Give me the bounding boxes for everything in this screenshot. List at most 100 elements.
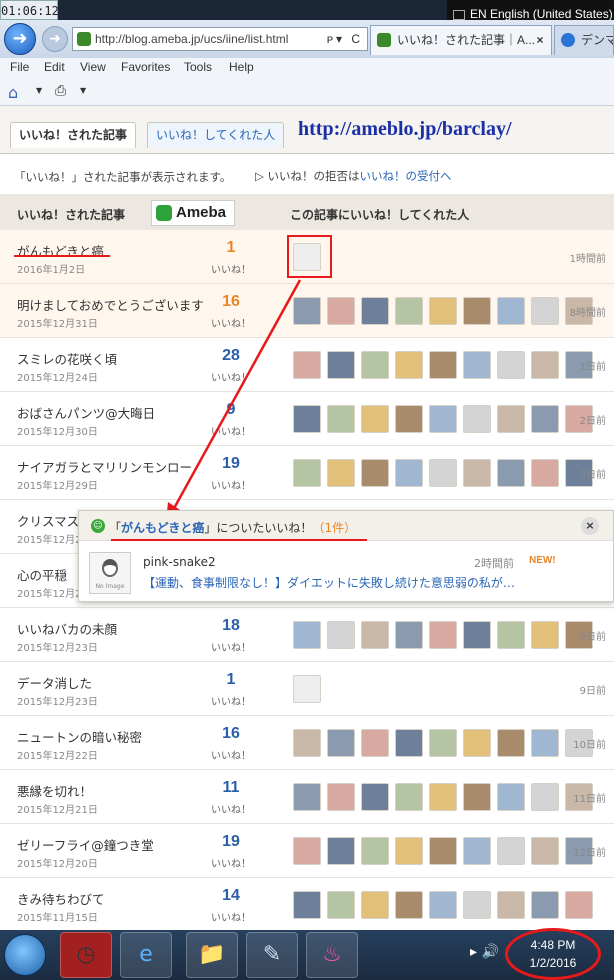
home-dropdown-icon[interactable]: ▼ bbox=[36, 86, 42, 95]
liker-avatar[interactable] bbox=[531, 729, 559, 757]
liker-avatar[interactable] bbox=[429, 891, 457, 919]
liker-avatar[interactable] bbox=[497, 621, 525, 649]
liker-avatar[interactable] bbox=[293, 837, 321, 865]
liker-avatar[interactable] bbox=[565, 891, 593, 919]
liker-avatar[interactable] bbox=[497, 351, 525, 379]
article-title[interactable]: おばさんパンツ@大晦日 bbox=[17, 403, 155, 422]
tab-close-icon[interactable]: × bbox=[533, 26, 547, 54]
start-button[interactable] bbox=[4, 934, 46, 976]
tab-iine-list[interactable]: いいね！された記事｜A... × bbox=[370, 25, 552, 55]
liker-avatar[interactable] bbox=[293, 297, 321, 325]
forward-button[interactable]: ➜ bbox=[42, 26, 68, 52]
explorer-icon[interactable]: 📁 bbox=[186, 932, 238, 978]
article-title[interactable]: ナイアガラとマリリンモンロー bbox=[17, 457, 192, 476]
liker-avatar[interactable] bbox=[361, 459, 389, 487]
liker-avatar[interactable] bbox=[497, 459, 525, 487]
liker-avatar[interactable] bbox=[293, 729, 321, 757]
liker-avatar[interactable] bbox=[361, 837, 389, 865]
liker-avatar[interactable] bbox=[463, 729, 491, 757]
menu-favorites[interactable]: Favorites bbox=[121, 60, 170, 74]
liker-avatar[interactable] bbox=[429, 837, 457, 865]
table-row[interactable]: ゼリーフライ@鐘つき堂 2015年12月20日 19 いいね！ 12日前 bbox=[0, 824, 614, 878]
menu-file[interactable]: File bbox=[10, 60, 29, 74]
liker-avatar[interactable] bbox=[429, 729, 457, 757]
menu-view[interactable]: View bbox=[80, 60, 106, 74]
liker-avatar[interactable] bbox=[531, 405, 559, 433]
liker-avatar[interactable]: No Image bbox=[89, 552, 131, 594]
liker-avatar[interactable] bbox=[531, 459, 559, 487]
menu-edit[interactable]: Edit bbox=[44, 60, 65, 74]
liker-avatar[interactable] bbox=[395, 297, 423, 325]
liker-avatar[interactable] bbox=[497, 783, 525, 811]
liker-avatar[interactable] bbox=[395, 405, 423, 433]
table-row[interactable]: おばさんパンツ@大晦日 2015年12月30日 9 いいね！ 2日前 bbox=[0, 392, 614, 446]
liker-avatar[interactable] bbox=[327, 891, 355, 919]
liker-avatar[interactable] bbox=[531, 891, 559, 919]
liker-avatar[interactable] bbox=[497, 297, 525, 325]
liker-avatar[interactable] bbox=[395, 621, 423, 649]
liker-avatar[interactable] bbox=[429, 405, 457, 433]
liker-avatar[interactable] bbox=[327, 621, 355, 649]
liker-avatar[interactable] bbox=[327, 459, 355, 487]
liker-avatar[interactable] bbox=[327, 783, 355, 811]
table-row[interactable]: きみ待ちわびて 2015年11月15日 14 いいね！ bbox=[0, 878, 614, 932]
liker-avatar[interactable] bbox=[361, 891, 389, 919]
article-title[interactable]: スミレの花咲く頃 bbox=[17, 349, 117, 368]
table-row[interactable]: ナイアガラとマリリンモンロー 2015年12月29日 19 いいね！ 3日前 bbox=[0, 446, 614, 500]
liker-avatar[interactable] bbox=[327, 351, 355, 379]
liker-avatar[interactable] bbox=[293, 891, 321, 919]
table-row[interactable]: 明けましておめでとうございます 2015年12月31日 16 いいね！ 8時間前 bbox=[0, 284, 614, 338]
article-title[interactable]: データ消した bbox=[17, 673, 92, 692]
table-row[interactable]: 悪縁を切れ！ 2015年12月21日 11 いいね！ 11日前 bbox=[0, 770, 614, 824]
liker-avatar[interactable] bbox=[429, 459, 457, 487]
liker-avatar[interactable] bbox=[497, 405, 525, 433]
liker-avatar[interactable] bbox=[429, 297, 457, 325]
liker-avatar[interactable] bbox=[327, 405, 355, 433]
paint-icon[interactable]: ♨ bbox=[306, 932, 358, 978]
liker-avatar[interactable] bbox=[293, 351, 321, 379]
liker-username[interactable]: pink-snake2 bbox=[143, 555, 216, 569]
liker-avatar[interactable] bbox=[361, 621, 389, 649]
popup-close-button[interactable]: × bbox=[581, 517, 599, 535]
print-icon[interactable]: ⎙ bbox=[55, 83, 66, 99]
liker-avatar[interactable] bbox=[463, 621, 491, 649]
article-title[interactable]: いいねバカの未顔 bbox=[17, 619, 117, 638]
liker-avatar[interactable] bbox=[429, 351, 457, 379]
article-title[interactable]: がんもどきと癌 bbox=[17, 241, 104, 260]
liker-avatar[interactable] bbox=[463, 783, 491, 811]
liker-avatar[interactable] bbox=[531, 351, 559, 379]
liker-avatar[interactable] bbox=[395, 891, 423, 919]
liker-avatar[interactable] bbox=[463, 837, 491, 865]
tab-liked-by[interactable]: いいね！してくれた人 bbox=[147, 122, 285, 148]
print-dropdown-icon[interactable]: ▼ bbox=[80, 86, 86, 95]
liker-avatar[interactable] bbox=[531, 297, 559, 325]
accept-settings-link[interactable]: いいね！の受付へ bbox=[360, 169, 452, 183]
article-title[interactable]: ニュートンの暗い秘密 bbox=[17, 727, 142, 746]
address-controls[interactable]: ᴘ▾ C bbox=[327, 28, 363, 50]
article-title[interactable]: 悪縁を切れ！ bbox=[17, 781, 92, 800]
home-icon[interactable]: ⌂ bbox=[8, 83, 18, 102]
liker-avatar[interactable] bbox=[463, 459, 491, 487]
article-title[interactable]: 明けましておめでとうございます bbox=[17, 295, 204, 314]
menu-help[interactable]: Help bbox=[229, 60, 254, 74]
liker-avatar[interactable] bbox=[327, 297, 355, 325]
table-row[interactable]: データ消した 2015年12月23日 1 いいね！ 9日前 bbox=[0, 662, 614, 716]
back-button[interactable]: ➜ bbox=[4, 23, 36, 55]
liker-avatar[interactable] bbox=[531, 783, 559, 811]
liker-avatar[interactable] bbox=[327, 837, 355, 865]
liker-avatar[interactable] bbox=[463, 351, 491, 379]
liker-avatar[interactable] bbox=[361, 729, 389, 757]
liker-avatar[interactable] bbox=[463, 891, 491, 919]
liker-avatar[interactable] bbox=[497, 729, 525, 757]
clock-app-icon[interactable]: ◷ bbox=[60, 932, 112, 978]
tab-second[interactable]: デンマ bbox=[554, 25, 614, 55]
liker-avatar[interactable] bbox=[361, 405, 389, 433]
liker-avatar[interactable] bbox=[395, 783, 423, 811]
address-bar[interactable]: http://blog.ameba.jp/ucs/iine/list.html … bbox=[72, 27, 368, 51]
liker-avatar[interactable] bbox=[293, 459, 321, 487]
liker-avatar[interactable] bbox=[361, 297, 389, 325]
liker-avatar[interactable] bbox=[361, 783, 389, 811]
article-title[interactable]: 心の平穏 bbox=[17, 565, 67, 584]
liker-avatar[interactable] bbox=[293, 675, 321, 703]
speaker-icon[interactable]: ▸ 🔊 bbox=[470, 944, 499, 960]
